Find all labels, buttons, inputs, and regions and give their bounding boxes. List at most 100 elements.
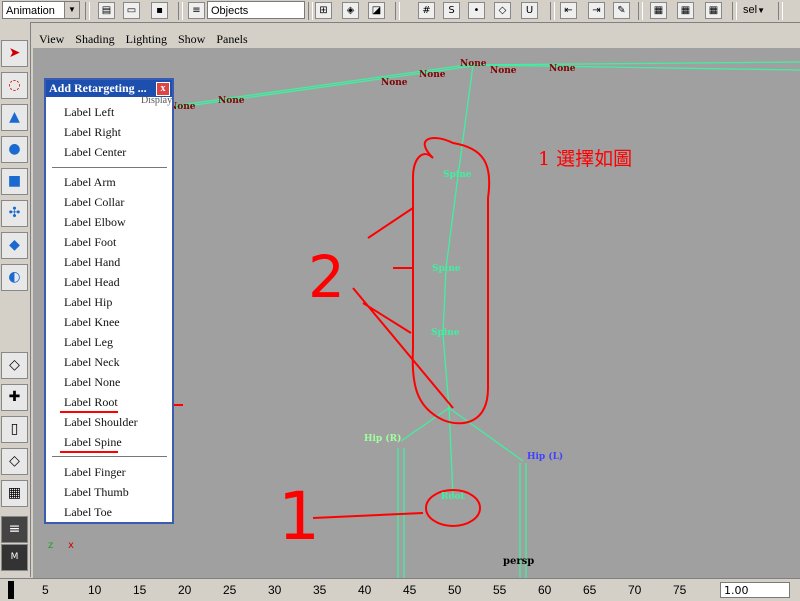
four-pane-layout-icon[interactable]: ✚ <box>1 384 28 411</box>
menu-toggle-icon[interactable]: ≡ <box>188 2 205 19</box>
persp-outliner-layout-icon[interactable]: ◇ <box>1 448 28 475</box>
selection-mode-combo[interactable]: Objects <box>207 1 305 19</box>
menu-item-label-collar[interactable]: Label Collar <box>64 195 124 210</box>
menu-item-label-root[interactable]: Label Root <box>64 395 118 410</box>
rotate-tool-icon[interactable]: ● <box>1 136 28 163</box>
show-manipulator-icon[interactable]: ◐ <box>1 264 28 291</box>
joint-label-none: None <box>490 66 517 76</box>
menu-item-label-right[interactable]: Label Right <box>64 125 121 140</box>
soft-mod-tool-icon[interactable]: ◆ <box>1 232 28 259</box>
single-pane-layout-icon[interactable]: ◇ <box>1 352 28 379</box>
menu-item-label-none[interactable]: Label None <box>64 375 120 390</box>
menu-item-label-arm[interactable]: Label Arm <box>64 175 116 190</box>
joint-label-none: None <box>419 70 446 80</box>
select-hierarchy-icon[interactable]: ⊞ <box>315 2 332 19</box>
bone <box>472 61 800 66</box>
current-frame-field[interactable]: 1.00 <box>720 582 790 598</box>
menu-item-label-elbow[interactable]: Label Elbow <box>64 215 126 230</box>
skeleton-bones <box>172 61 800 578</box>
menu-view[interactable]: View <box>39 30 64 48</box>
input-ops-icon[interactable]: ⇤ <box>560 2 577 19</box>
current-time-marker[interactable] <box>8 581 14 599</box>
chevron-down-icon[interactable]: ▼ <box>64 2 79 18</box>
menu-item-label-hip[interactable]: Label Hip <box>64 295 112 310</box>
timeline-tick: 30 <box>268 583 282 597</box>
menu-panels[interactable]: Panels <box>216 30 247 48</box>
snap-grid-icon[interactable]: # <box>418 2 435 19</box>
pointer-strokes <box>352 207 454 409</box>
menu-item-label-foot[interactable]: Label Foot <box>64 235 116 250</box>
joint-label-hip-right: Hip (R) <box>364 434 402 444</box>
new-scene-icon[interactable]: ▤ <box>98 2 115 19</box>
time-slider[interactable]: 5 10 15 20 25 30 35 40 45 50 55 60 65 70… <box>0 578 800 601</box>
toolbar-separator <box>178 2 183 20</box>
render-icon[interactable]: ▦ <box>650 2 667 19</box>
menu-item-label-center[interactable]: Label Center <box>64 145 126 160</box>
ipr-render-icon[interactable]: ▦ <box>677 2 694 19</box>
menu-separator <box>52 167 167 168</box>
mode-combo[interactable]: Animation ▼ <box>2 1 80 19</box>
menu-item-label-left[interactable]: Label Left <box>64 105 114 120</box>
arrow-to-root <box>312 512 424 519</box>
maya-logo-icon: M <box>1 544 28 571</box>
output-ops-icon[interactable]: ⇥ <box>588 2 605 19</box>
menu-shading[interactable]: Shading <box>75 30 114 48</box>
render-settings-icon[interactable]: ▦ <box>705 2 722 19</box>
magnet-icon[interactable]: U <box>521 2 538 19</box>
menu-item-label-thumb[interactable]: Label Thumb <box>64 485 129 500</box>
toolbar-separator <box>778 2 783 20</box>
toolbar-separator <box>395 2 400 20</box>
joint-label-spine: Spine <box>443 170 472 180</box>
select-component-icon[interactable]: ◪ <box>368 2 385 19</box>
snap-curve-icon[interactable]: S <box>443 2 460 19</box>
menu-item-label-spine[interactable]: Label Spine <box>64 435 122 450</box>
joint-label-spine: Spine <box>431 328 460 338</box>
timeline-tick: 20 <box>178 583 192 597</box>
lasso-tool-icon[interactable]: ◌ <box>1 72 28 99</box>
close-icon[interactable]: x <box>156 82 170 96</box>
bone <box>448 407 454 496</box>
joint-label-hip-left: Hip (L) <box>527 452 564 462</box>
timeline-tick: 25 <box>223 583 237 597</box>
sel-field[interactable]: sel▼ <box>740 1 774 19</box>
timeline-tick: 5 <box>42 583 49 597</box>
annotation-underline-root <box>60 411 118 413</box>
axis-x-label: x <box>68 540 74 551</box>
bone <box>448 407 524 462</box>
snap-point-icon[interactable]: • <box>468 2 485 19</box>
move-tool-icon[interactable]: ▲ <box>1 104 28 131</box>
bone <box>442 267 447 335</box>
bone <box>472 64 800 71</box>
menu-item-label-knee[interactable]: Label Knee <box>64 315 120 330</box>
select-object-icon[interactable]: ◈ <box>342 2 359 19</box>
menu-item-label-hand[interactable]: Label Hand <box>64 255 120 270</box>
joint-label-none: None <box>218 96 245 106</box>
toolbar-separator <box>638 2 643 20</box>
toolbar-separator <box>732 2 737 20</box>
hypergraph-layout-icon[interactable]: ≡ <box>1 516 28 543</box>
universal-manipulator-icon[interactable]: ✣ <box>1 200 28 227</box>
menu-lighting[interactable]: Lighting <box>126 30 167 48</box>
menu-item-label-shoulder[interactable]: Label Shoulder <box>64 415 138 430</box>
joint-label-spine: Spine <box>432 264 461 274</box>
annotation-number: 1 <box>278 478 320 555</box>
bone <box>457 64 474 177</box>
axis-z-label: z <box>48 540 54 551</box>
save-scene-icon[interactable]: ▪ <box>151 2 168 19</box>
menu-item-label-neck[interactable]: Label Neck <box>64 355 120 370</box>
menu-item-label-toe[interactable]: Label Toe <box>64 505 112 520</box>
menu-item-label-finger[interactable]: Label Finger <box>64 465 126 480</box>
construction-history-icon[interactable]: ✎ <box>613 2 630 19</box>
timeline-tick: 45 <box>403 583 417 597</box>
snap-view-icon[interactable]: ◇ <box>494 2 511 19</box>
menu-item-label-head[interactable]: Label Head <box>64 275 120 290</box>
open-scene-icon[interactable]: ▭ <box>123 2 140 19</box>
menu-show[interactable]: Show <box>178 30 205 48</box>
menu-item-label-leg[interactable]: Label Leg <box>64 335 113 350</box>
scale-tool-icon[interactable]: ■ <box>1 168 28 195</box>
graph-layout-icon[interactable]: ▦ <box>1 480 28 507</box>
tool-box: ➤ ◌ ▲ ● ■ ✣ ◆ ◐ ◇ ✚ ▯ ◇ ▦ ≡ M <box>0 22 31 577</box>
timeline-tick: 60 <box>538 583 552 597</box>
select-tool-icon[interactable]: ➤ <box>1 40 28 67</box>
two-pane-layout-icon[interactable]: ▯ <box>1 416 28 443</box>
